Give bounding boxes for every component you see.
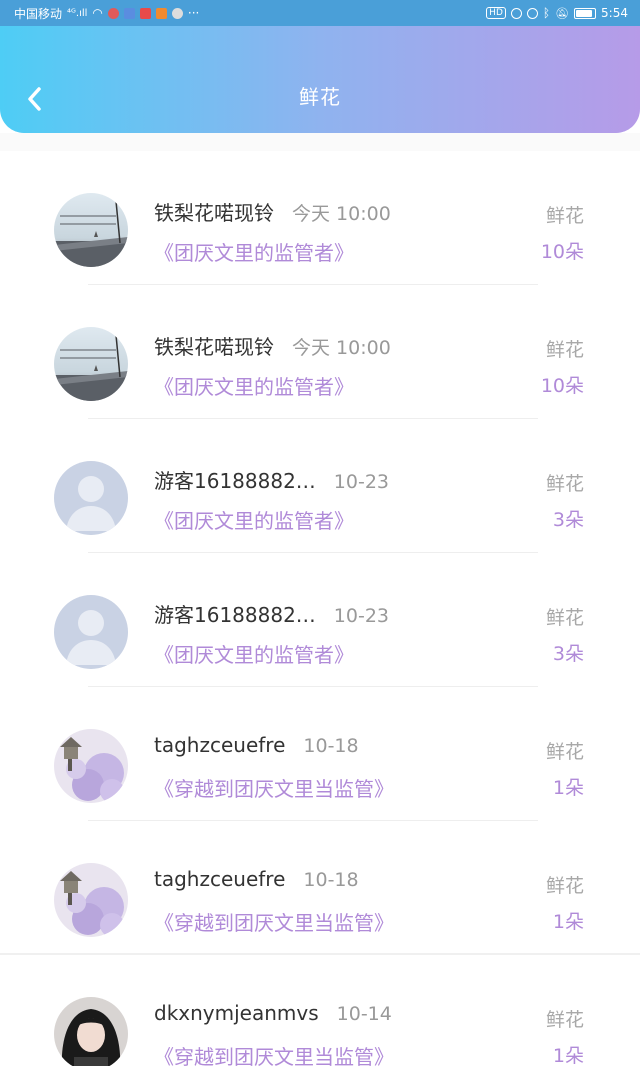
name-line: taghzceuefre 10-18 [154,733,359,763]
avatar-purple-flowers-image [54,729,128,803]
user-name[interactable]: dkxnymjeanmvs [154,1001,319,1025]
avatar[interactable] [54,327,128,401]
carrier-label: 中国移动 [14,6,63,21]
bluetooth-icon: ᛒ [542,6,551,20]
name-line: 铁梨花喏现铃 今天 10:00 [154,197,391,227]
default-user-avatar-icon [54,461,128,535]
record-time: 10-14 [336,1003,392,1025]
record-time: 10-23 [333,471,390,493]
header-bar: 鲜花 [0,26,640,133]
book-title[interactable]: 《穿越到团厌文里当监管》 [154,907,394,936]
name-line: 游客16188882… 10-23 [154,599,389,629]
name-line: taghzceuefre 10-18 [154,867,359,897]
signal-icon: ⁴ᴳ.ıll [67,7,88,19]
status-bar: 中国移动 ⁴ᴳ.ıll ◠ ··· HD ᛒ 🔕︎ 5:54 [0,0,640,26]
name-line: 游客16188882… 10-23 [154,465,389,495]
avatar-landscape-image [54,327,128,401]
book-title[interactable]: 《团厌文里的监管者》 [154,371,354,400]
clock: 5:54 [601,6,628,20]
gift-count: 1朵 [552,1045,584,1066]
gift-count: 10朵 [540,375,584,397]
app-icon-1 [107,7,119,19]
avatar[interactable] [54,863,128,937]
list-item[interactable]: 游客16188882… 10-23 《团厌文里的监管者》 鲜花 3朵 [0,553,640,687]
list-item[interactable]: 游客16188882… 10-23 《团厌文里的监管者》 鲜花 3朵 [0,419,640,553]
nfc-icon [510,7,522,19]
gift-type: 鲜花 [545,1009,584,1031]
avatar-purple-flowers-image [54,863,128,937]
gift-type: 鲜花 [545,473,584,495]
divider [0,133,640,151]
gift-record-list: 铁梨花喏现铃 今天 10:00 《团厌文里的监管者》 鲜花 10朵 铁梨花喏现铃… [0,151,640,1066]
gift-type: 鲜花 [545,741,584,763]
gift-type: 鲜花 [545,339,584,361]
gift-type: 鲜花 [545,607,584,629]
user-name[interactable]: taghzceuefre [154,733,285,757]
book-title[interactable]: 《穿越到团厌文里当监管》 [154,773,394,802]
user-name[interactable]: 铁梨花喏现铃 [154,331,274,360]
avatar-landscape-image [54,193,128,267]
status-left: 中国移动 ⁴ᴳ.ıll ◠ ··· [14,5,199,22]
book-title[interactable]: 《团厌文里的监管者》 [154,639,354,668]
user-name[interactable]: 游客16188882… [154,465,316,494]
app-icon-4 [155,7,167,19]
list-item[interactable]: taghzceuefre 10-18 《穿越到团厌文里当监管》 鲜花 1朵 [0,821,640,955]
gift-count: 10朵 [540,241,584,263]
avatar[interactable] [54,729,128,803]
user-name[interactable]: 游客16188882… [154,599,316,628]
book-title[interactable]: 《团厌文里的监管者》 [154,505,354,534]
wifi-icon: ◠ [92,6,103,20]
user-name[interactable]: taghzceuefre [154,867,285,891]
page-title: 鲜花 [299,85,341,109]
app-icon-3 [139,7,151,19]
avatar[interactable] [54,595,128,669]
user-name[interactable]: 铁梨花喏现铃 [154,197,274,226]
gift-count: 3朵 [552,643,584,665]
record-time: 10-18 [303,869,359,891]
app-icon-5 [171,7,183,19]
alarm-icon [526,7,538,19]
book-title[interactable]: 《穿越到团厌文里当监管》 [154,1041,394,1066]
record-time: 今天 10:00 [292,337,391,359]
name-line: dkxnymjeanmvs 10-14 [154,1001,392,1031]
list-item[interactable]: dkxnymjeanmvs 10-14 《穿越到团厌文里当监管》 鲜花 1朵 [0,955,640,1066]
gift-count: 1朵 [552,911,584,933]
gift-type: 鲜花 [545,205,584,227]
avatar[interactable] [54,461,128,535]
book-title[interactable]: 《团厌文里的监管者》 [154,237,354,266]
gift-type: 鲜花 [545,875,584,897]
app-icon-2 [123,7,135,19]
list-item[interactable]: 铁梨花喏现铃 今天 10:00 《团厌文里的监管者》 鲜花 10朵 [0,151,640,285]
list-item[interactable]: taghzceuefre 10-18 《穿越到团厌文里当监管》 鲜花 1朵 [0,687,640,821]
avatar-portrait-image [54,997,128,1066]
record-time: 10-23 [333,605,390,627]
hd-badge: HD [486,7,506,19]
status-right: HD ᛒ 🔕︎ 5:54 [486,6,628,20]
gift-count: 1朵 [552,777,584,799]
name-line: 铁梨花喏现铃 今天 10:00 [154,331,391,361]
record-time: 10-18 [303,735,359,757]
avatar[interactable] [54,193,128,267]
more-notifications-icon: ··· [187,6,200,20]
default-user-avatar-icon [54,595,128,669]
list-item[interactable]: 铁梨花喏现铃 今天 10:00 《团厌文里的监管者》 鲜花 10朵 [0,285,640,419]
record-time: 今天 10:00 [292,203,391,225]
avatar[interactable] [54,997,128,1066]
battery-icon [574,7,597,19]
mute-icon: 🔕︎ [555,6,570,20]
gift-count: 3朵 [552,509,584,531]
